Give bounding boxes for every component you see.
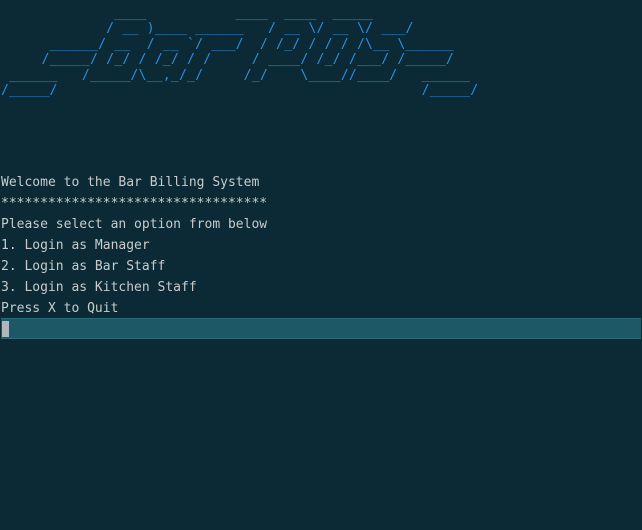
option-kitchen-staff: 3. Login as Kitchen Staff [1, 280, 197, 295]
select-prompt-line: Please select an option from below [1, 217, 268, 232]
ascii-banner: ____ ____ ____ _____ / __ )____ ______ /… [1, 6, 479, 99]
quit-instruction: Press X to Quit [1, 301, 119, 316]
welcome-line: Welcome to the Bar Billing System [1, 175, 260, 190]
option-manager: 1. Login as Manager [1, 238, 150, 253]
command-input[interactable] [11, 320, 639, 337]
input-prompt-row[interactable] [1, 318, 641, 339]
menu-text: Welcome to the Bar Billing System ******… [1, 172, 267, 319]
text-cursor [2, 321, 9, 337]
terminal-window[interactable]: ____ ____ ____ _____ / __ )____ ______ /… [0, 0, 642, 530]
option-bar-staff: 2. Login as Bar Staff [1, 259, 166, 274]
separator-line: ********************************** [1, 196, 268, 211]
